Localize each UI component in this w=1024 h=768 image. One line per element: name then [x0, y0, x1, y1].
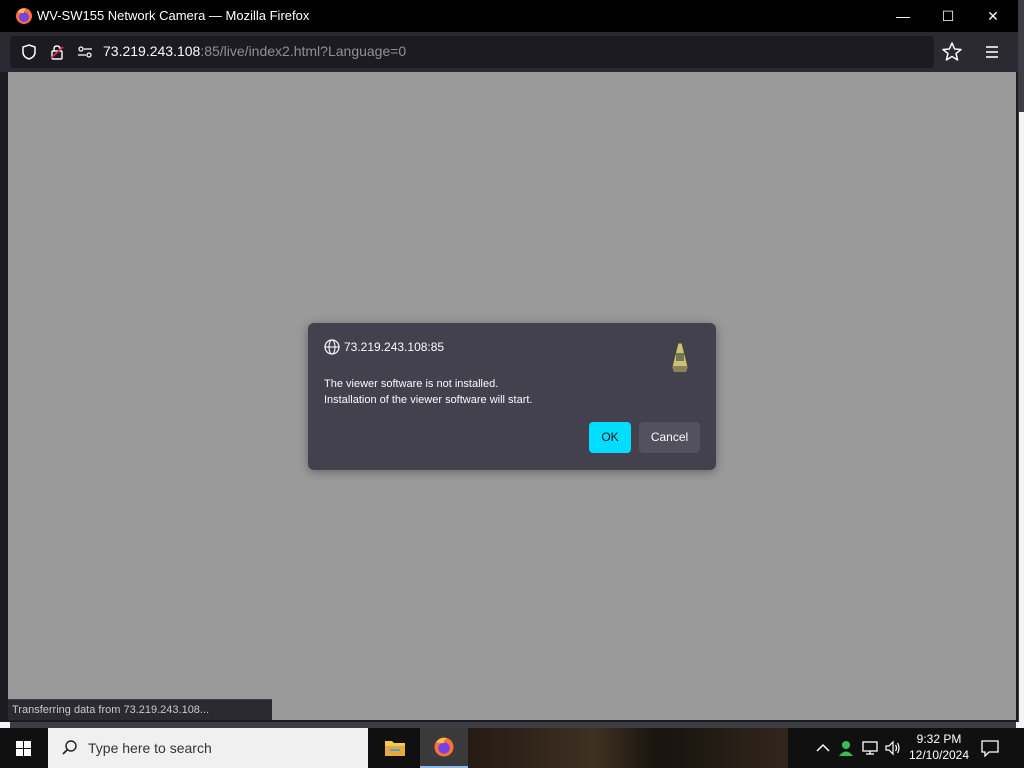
dialog-message: The viewer software is not installed. In…	[324, 376, 532, 408]
close-button[interactable]: ✕	[970, 0, 1016, 32]
search-placeholder: Type here to search	[88, 740, 212, 756]
navigation-toolbar: 73.219.243.108:85/live/index2.html?Langu…	[0, 32, 1018, 72]
status-bar: Transferring data from 73.219.243.108...	[8, 699, 272, 720]
window-title: WV-SW155 Network Camera — Mozilla Firefo…	[37, 8, 310, 23]
taskbar-clock[interactable]: 9:32 PM 12/10/2024	[904, 731, 974, 763]
clock-date: 12/10/2024	[908, 748, 970, 762]
url-path: :85/live/index2.html?Language=0	[200, 43, 407, 59]
ok-button[interactable]: OK	[589, 422, 631, 453]
chevron-up-icon[interactable]	[814, 739, 832, 757]
firefox-taskbar-icon[interactable]	[420, 728, 468, 768]
notification-center-icon[interactable]	[980, 739, 1000, 757]
insecure-lock-icon[interactable]	[49, 44, 65, 60]
firefox-window: WV-SW155 Network Camera — Mozilla Firefo…	[0, 0, 1019, 722]
globe-icon	[324, 339, 340, 355]
volume-icon[interactable]	[884, 739, 902, 757]
dialog-origin: 73.219.243.108:85	[344, 340, 445, 354]
dialog-message-line1: The viewer software is not installed.	[324, 378, 499, 390]
menu-icon[interactable]	[980, 40, 1004, 64]
url-host: 73.219.243.108	[103, 43, 201, 59]
install-prompt-dialog: 73.219.243.108:85 The viewer software is…	[308, 323, 716, 470]
search-icon	[62, 740, 77, 755]
taskbar: Type here to search 9:32 PM 12/10/2024	[0, 728, 1024, 768]
windows-start-icon[interactable]	[0, 728, 48, 768]
url-bar[interactable]: 73.219.243.108:85/live/index2.html?Langu…	[10, 36, 934, 68]
file-explorer-icon[interactable]	[371, 728, 419, 768]
permissions-icon[interactable]	[77, 44, 93, 60]
network-icon[interactable]	[861, 739, 879, 757]
cancel-button[interactable]: Cancel	[639, 422, 700, 453]
shield-icon[interactable]	[21, 44, 37, 60]
taskbar-search-box[interactable]: Type here to search	[48, 728, 368, 768]
dialog-message-line2: Installation of the viewer software will…	[324, 394, 533, 406]
firefox-icon	[16, 8, 32, 24]
maximize-button[interactable]: ☐	[925, 0, 971, 32]
title-bar[interactable]: WV-SW155 Network Camera — Mozilla Firefo…	[0, 0, 1018, 32]
clock-time: 9:32 PM	[916, 732, 962, 746]
plugin-icon	[671, 342, 689, 372]
bookmark-star-icon[interactable]	[940, 40, 964, 64]
url-text[interactable]: 73.219.243.108:85/live/index2.html?Langu…	[103, 43, 406, 59]
minimize-button[interactable]: —	[880, 0, 926, 32]
taskbar-wallpaper-strip	[468, 728, 788, 768]
user-status-icon[interactable]	[837, 739, 855, 757]
